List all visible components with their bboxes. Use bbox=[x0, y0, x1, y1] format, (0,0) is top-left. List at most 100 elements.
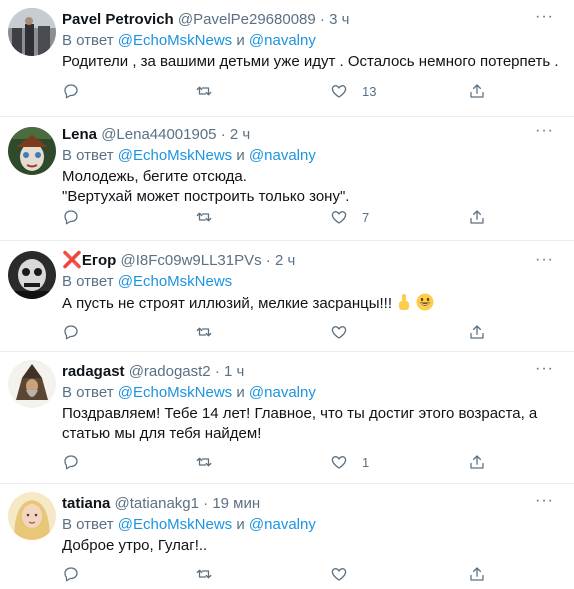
tweet[interactable]: Lena @Lena44001905 · 2 ч В ответ @EchoMs… bbox=[0, 117, 574, 241]
retweet-button[interactable] bbox=[195, 207, 213, 227]
grinning-face-emoji-icon bbox=[416, 293, 434, 317]
cross-mark-icon: ❌ bbox=[62, 252, 82, 269]
reply-icon bbox=[64, 325, 78, 340]
like-button[interactable] bbox=[330, 564, 348, 584]
user-name[interactable]: tatiana bbox=[62, 495, 110, 512]
tweet-header: ❌Егор @I8Fc09w9LL31PVs · 2 ч bbox=[62, 251, 564, 271]
reply-and: и bbox=[236, 147, 245, 164]
tweet-text: Молодежь, бегите отсюда. "Вертухай может… bbox=[62, 167, 564, 207]
separator-dot: · bbox=[265, 252, 271, 269]
share-icon bbox=[470, 567, 484, 581]
heart-icon bbox=[331, 211, 347, 224]
retweet-button[interactable] bbox=[195, 81, 213, 101]
user-handle[interactable]: @Lena44001905 bbox=[101, 126, 216, 143]
retweet-icon bbox=[196, 86, 212, 96]
reply-prefix: В ответ bbox=[62, 32, 114, 49]
reply-and: и bbox=[236, 516, 245, 533]
share-button[interactable] bbox=[468, 452, 486, 472]
like-button[interactable]: 13 bbox=[330, 81, 376, 101]
tweet[interactable]: ❌Егор @I8Fc09w9LL31PVs · 2 ч В ответ @Ec… bbox=[0, 241, 574, 352]
reply-button[interactable] bbox=[62, 322, 80, 342]
tweet-text: Доброе утро, Гулаг!.. bbox=[62, 536, 564, 556]
timestamp[interactable]: 3 ч bbox=[329, 11, 349, 28]
tweet[interactable]: Pavel Petrovich @PavelPe29680089 · 3 ч В… bbox=[0, 0, 574, 117]
tweet-text: Поздравляем! Тебе 14 лет! Главное, что т… bbox=[62, 404, 564, 444]
user-handle[interactable]: @I8Fc09w9LL31PVs bbox=[120, 252, 261, 269]
timestamp[interactable]: 19 мин bbox=[212, 495, 260, 512]
user-name[interactable]: Pavel Petrovich bbox=[62, 11, 174, 28]
more-icon[interactable]: ··· bbox=[535, 9, 554, 25]
mention-link[interactable]: @EchoMskNews bbox=[118, 384, 232, 401]
timestamp[interactable]: 2 ч bbox=[230, 126, 250, 143]
reply-button[interactable] bbox=[62, 81, 80, 101]
reply-and: и bbox=[236, 384, 245, 401]
more-icon[interactable]: ··· bbox=[535, 123, 554, 139]
more-icon[interactable]: ··· bbox=[535, 361, 554, 377]
reply-context: В ответ @EchoMskNews и @navalny bbox=[62, 146, 564, 166]
heart-icon bbox=[331, 568, 347, 581]
mention-link[interactable]: @EchoMskNews bbox=[118, 32, 232, 49]
share-button[interactable] bbox=[468, 207, 486, 227]
more-icon[interactable]: ··· bbox=[535, 252, 554, 268]
share-icon bbox=[470, 84, 484, 98]
timestamp[interactable]: 2 ч bbox=[275, 252, 295, 269]
like-button[interactable] bbox=[330, 322, 348, 342]
tweet-actions bbox=[62, 322, 574, 342]
like-count: 7 bbox=[362, 209, 370, 225]
mention-link[interactable]: @EchoMskNews bbox=[118, 516, 232, 533]
tweet-text: А пусть не строят иллюзий, мелкие засран… bbox=[62, 293, 564, 317]
reply-prefix: В ответ bbox=[62, 516, 114, 533]
user-name[interactable]: radagast bbox=[62, 363, 125, 380]
reply-context: В ответ @EchoMskNews и @navalny bbox=[62, 515, 564, 535]
reply-icon bbox=[64, 455, 78, 470]
reply-and: и bbox=[236, 32, 245, 49]
user-handle[interactable]: @tatianakg1 bbox=[115, 495, 199, 512]
pointing-up-emoji-icon bbox=[396, 293, 412, 317]
timestamp[interactable]: 1 ч bbox=[224, 363, 244, 380]
user-name[interactable]: Егор bbox=[82, 252, 116, 269]
tweet-text-line: статью мы для тебя найдем! bbox=[62, 425, 262, 442]
tweet[interactable]: radagast @radogast2 · 1 ч В ответ @EchoM… bbox=[0, 352, 574, 484]
reply-button[interactable] bbox=[62, 207, 80, 227]
reply-icon bbox=[64, 210, 78, 225]
more-icon[interactable]: ··· bbox=[535, 493, 554, 509]
avatar[interactable] bbox=[8, 360, 56, 408]
share-button[interactable] bbox=[468, 81, 486, 101]
tweet-actions: 7 bbox=[62, 207, 574, 227]
tweet-text-line: Молодежь, бегите отсюда. bbox=[62, 168, 247, 185]
reply-prefix: В ответ bbox=[62, 147, 114, 164]
tweet[interactable]: tatiana @tatianakg1 · 19 мин В ответ @Ec… bbox=[0, 484, 574, 589]
user-handle[interactable]: @radogast2 bbox=[129, 363, 211, 380]
retweet-button[interactable] bbox=[195, 452, 213, 472]
reply-button[interactable] bbox=[62, 452, 80, 472]
mention-link[interactable]: @navalny bbox=[249, 516, 316, 533]
tweet-header: Pavel Petrovich @PavelPe29680089 · 3 ч bbox=[62, 10, 564, 30]
tweet-actions: 13 bbox=[62, 81, 574, 101]
mention-link[interactable]: @navalny bbox=[249, 147, 316, 164]
heart-icon bbox=[331, 85, 347, 98]
reply-button[interactable] bbox=[62, 564, 80, 584]
share-button[interactable] bbox=[468, 322, 486, 342]
tweet-header: Lena @Lena44001905 · 2 ч bbox=[62, 125, 564, 145]
retweet-button[interactable] bbox=[195, 322, 213, 342]
mention-link[interactable]: @navalny bbox=[249, 32, 316, 49]
user-name[interactable]: Lena bbox=[62, 126, 97, 143]
mention-link[interactable]: @EchoMskNews bbox=[118, 273, 232, 290]
avatar[interactable] bbox=[8, 8, 56, 56]
tweet-header: radagast @radogast2 · 1 ч bbox=[62, 362, 564, 382]
tweet-actions: 1 bbox=[62, 452, 574, 472]
mention-link[interactable]: @navalny bbox=[249, 384, 316, 401]
mention-link[interactable]: @EchoMskNews bbox=[118, 147, 232, 164]
reply-icon bbox=[64, 567, 78, 582]
share-button[interactable] bbox=[468, 564, 486, 584]
avatar[interactable] bbox=[8, 492, 56, 540]
avatar[interactable] bbox=[8, 127, 56, 175]
user-handle[interactable]: @PavelPe29680089 bbox=[178, 11, 316, 28]
tweet-text-content: А пусть не строят иллюзий, мелкие засран… bbox=[62, 295, 397, 312]
reply-context: В ответ @EchoMskNews и @navalny bbox=[62, 31, 564, 51]
like-button[interactable]: 7 bbox=[330, 207, 369, 227]
like-button[interactable]: 1 bbox=[330, 452, 369, 472]
tweet-text: Родители , за вашими детьми уже идут . О… bbox=[62, 52, 564, 72]
avatar[interactable] bbox=[8, 251, 56, 299]
retweet-button[interactable] bbox=[195, 564, 213, 584]
